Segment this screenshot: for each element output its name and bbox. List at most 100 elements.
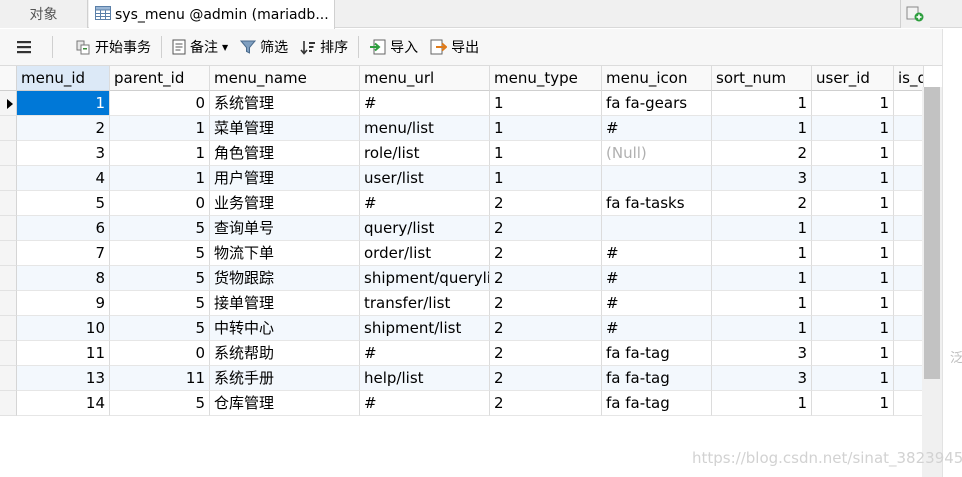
cell-sort-num[interactable]: 1 [712, 241, 812, 266]
cell-menu-id[interactable]: 13 [17, 366, 110, 391]
table-row[interactable]: 14 5 仓库管理 #2 fa fa-tag 1 1 [0, 391, 942, 416]
cell-menu-type[interactable]: 1 [490, 141, 602, 166]
row-gutter[interactable] [0, 266, 17, 291]
row-gutter[interactable] [0, 141, 17, 166]
cell-menu-type[interactable]: 2 [490, 366, 602, 391]
table-row[interactable]: 4 1 用户管理 user/list 1 3 1 [0, 166, 942, 191]
cell-user-id[interactable]: 1 [812, 316, 894, 341]
tab-objects[interactable]: 对象 [0, 0, 88, 28]
table-row[interactable]: 9 5 接单管理 transfer/list 2 #1 1 [0, 291, 942, 316]
cell-menu-icon[interactable]: fa fa-tag [602, 366, 712, 391]
import-button[interactable]: 导入 [363, 34, 424, 60]
cell-user-id[interactable]: 1 [812, 91, 894, 116]
cell-user-id[interactable]: 1 [812, 166, 894, 191]
cell-sort-num[interactable]: 1 [712, 391, 812, 416]
cell-is-d[interactable] [894, 141, 924, 166]
cell-is-d[interactable] [894, 391, 924, 416]
cell-menu-id[interactable]: 7 [17, 241, 110, 266]
cell-menu-id[interactable]: 6 [17, 216, 110, 241]
cell-menu-icon[interactable]: fa fa-gears [602, 91, 712, 116]
cell-user-id[interactable]: 1 [812, 341, 894, 366]
cell-menu-icon[interactable]: # [602, 266, 712, 291]
tab-sys-menu[interactable]: sys_menu @admin (mariadb... [89, 0, 335, 29]
cell-menu-icon[interactable]: fa fa-tasks [602, 191, 712, 216]
column-header-menu-name[interactable]: menu_name [210, 66, 360, 91]
cell-is-d[interactable] [894, 116, 924, 141]
cell-menu-url[interactable]: user/list [360, 166, 490, 191]
cell-sort-num[interactable]: 3 [712, 341, 812, 366]
cell-parent-id[interactable]: 0 [110, 191, 210, 216]
cell-menu-icon[interactable]: fa fa-tag [602, 341, 712, 366]
cell-menu-url[interactable]: shipment/list [360, 316, 490, 341]
cell-user-id[interactable]: 1 [812, 241, 894, 266]
column-header-parent-id[interactable]: parent_id [110, 66, 210, 91]
table-row[interactable]: 11 0 系统帮助 #2 fa fa-tag 3 1 [0, 341, 942, 366]
data-grid[interactable]: menu_id parent_id menu_name menu_url menu_ty… [0, 66, 942, 477]
row-gutter[interactable] [0, 216, 17, 241]
cell-menu-name[interactable]: 查询单号 [210, 216, 360, 241]
cell-menu-icon[interactable]: # [602, 316, 712, 341]
cell-menu-name[interactable]: 菜单管理 [210, 116, 360, 141]
cell-menu-name[interactable]: 中转中心 [210, 316, 360, 341]
cell-menu-name[interactable]: 系统帮助 [210, 341, 360, 366]
table-row[interactable]: 6 5 查询单号 query/list 2 1 1 [0, 216, 942, 241]
row-gutter[interactable] [0, 191, 17, 216]
vertical-scrollbar[interactable] [922, 87, 942, 477]
filter-button[interactable]: 筛选 [234, 34, 294, 60]
cell-parent-id[interactable]: 5 [110, 266, 210, 291]
row-gutter[interactable] [0, 341, 17, 366]
row-gutter[interactable] [0, 316, 17, 341]
sort-button[interactable]: 排序 [294, 34, 354, 60]
column-header-menu-url[interactable]: menu_url [360, 66, 490, 91]
begin-transaction-button[interactable]: 开始事务 [69, 34, 157, 60]
table-row[interactable]: 3 1 角色管理 role/list 1 (Null) 2 1 [0, 141, 942, 166]
cell-menu-type[interactable]: 2 [490, 316, 602, 341]
cell-user-id[interactable]: 1 [812, 191, 894, 216]
cell-sort-num[interactable]: 1 [712, 266, 812, 291]
cell-parent-id[interactable]: 5 [110, 391, 210, 416]
cell-is-d[interactable] [894, 166, 924, 191]
cell-menu-icon[interactable]: # [602, 291, 712, 316]
cell-menu-name[interactable]: 系统管理 [210, 91, 360, 116]
cell-is-d[interactable] [894, 366, 924, 391]
cell-menu-name[interactable]: 仓库管理 [210, 391, 360, 416]
cell-parent-id[interactable]: 5 [110, 316, 210, 341]
table-row[interactable]: 10 5 中转中心 shipment/list 2 #1 1 [0, 316, 942, 341]
cell-menu-id[interactable]: 5 [17, 191, 110, 216]
cell-is-d[interactable] [894, 341, 924, 366]
cell-menu-url[interactable]: # [360, 391, 490, 416]
scrollbar-thumb[interactable] [924, 87, 940, 379]
cell-parent-id[interactable]: 1 [110, 141, 210, 166]
cell-menu-type[interactable]: 1 [490, 166, 602, 191]
cell-user-id[interactable]: 1 [812, 216, 894, 241]
cell-parent-id[interactable]: 11 [110, 366, 210, 391]
table-row[interactable]: 1 0 系统管理 #1 fa fa-gears 1 1 [0, 91, 942, 116]
cell-menu-url[interactable]: # [360, 341, 490, 366]
cell-menu-id[interactable]: 1 [17, 91, 110, 116]
column-header-sort-num[interactable]: sort_num [712, 66, 812, 91]
column-header-user-id[interactable]: user_id [812, 66, 894, 91]
cell-user-id[interactable]: 1 [812, 141, 894, 166]
cell-menu-icon[interactable]: (Null) [602, 141, 712, 166]
cell-menu-id[interactable]: 3 [17, 141, 110, 166]
cell-parent-id[interactable]: 0 [110, 341, 210, 366]
cell-menu-url[interactable]: shipment/querylis [360, 266, 490, 291]
cell-menu-name[interactable]: 系统手册 [210, 366, 360, 391]
cell-menu-name[interactable]: 用户管理 [210, 166, 360, 191]
cell-menu-url[interactable]: # [360, 191, 490, 216]
cell-is-d[interactable] [894, 191, 924, 216]
cell-sort-num[interactable]: 1 [712, 216, 812, 241]
cell-user-id[interactable]: 1 [812, 366, 894, 391]
column-header-menu-type[interactable]: menu_type [490, 66, 602, 91]
cell-sort-num[interactable]: 3 [712, 166, 812, 191]
cell-is-d[interactable] [894, 266, 924, 291]
cell-is-d[interactable] [894, 216, 924, 241]
table-row[interactable]: 5 0 业务管理 #2 fa fa-tasks 2 1 [0, 191, 942, 216]
cell-menu-id[interactable]: 8 [17, 266, 110, 291]
cell-menu-type[interactable]: 2 [490, 266, 602, 291]
cell-menu-icon[interactable]: # [602, 116, 712, 141]
cell-menu-name[interactable]: 物流下单 [210, 241, 360, 266]
cell-sort-num[interactable]: 3 [712, 366, 812, 391]
cell-menu-type[interactable]: 2 [490, 391, 602, 416]
cell-menu-type[interactable]: 2 [490, 216, 602, 241]
